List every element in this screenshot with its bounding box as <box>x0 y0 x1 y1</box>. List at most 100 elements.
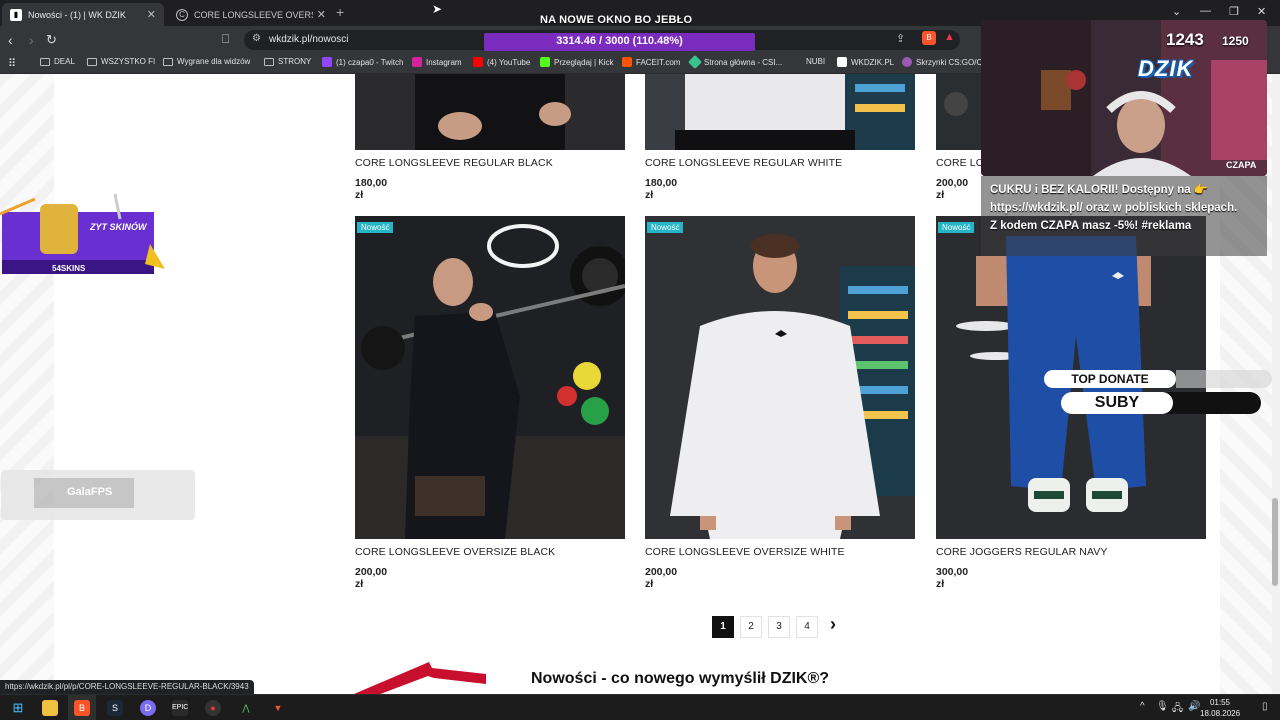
brave-shield-icon[interactable]: ▼ <box>270 700 286 716</box>
twitch-icon <box>322 57 332 67</box>
brave-shields-icon[interactable]: B <box>922 31 936 45</box>
minimize-icon[interactable]: — <box>1200 5 1211 17</box>
forward-icon[interactable]: › <box>29 31 34 49</box>
page-2-button[interactable]: 2 <box>740 616 762 638</box>
next-page-icon[interactable]: › <box>830 614 836 635</box>
page-scrollbar[interactable] <box>1272 74 1280 700</box>
apps-icon[interactable]: ⠿ <box>8 57 16 70</box>
bookmark-nubi[interactable]: NUBI <box>806 57 825 66</box>
brave-rewards-icon[interactable]: ▲ <box>944 31 955 43</box>
bookmark-youtube[interactable]: (4) YouTube <box>473 57 530 67</box>
notifications-icon[interactable]: ▯ <box>1262 701 1268 712</box>
bookmark-label: FACEIT.com <box>636 57 681 67</box>
status-url: https://wkdzik.pl/pl/p/CORE-LONGSLEEVE-R… <box>0 680 254 694</box>
product-image[interactable] <box>936 74 982 150</box>
bookmark-folder[interactable]: WSZYSTKO FI <box>87 57 155 66</box>
page-1-button[interactable]: 1 <box>712 616 734 638</box>
galafps-ad-banner[interactable]: GalaFPS <box>1 470 195 520</box>
back-icon[interactable]: ‹ <box>8 31 13 49</box>
product-image[interactable]: Nowość <box>355 216 625 539</box>
top-donate-bar <box>1176 370 1272 388</box>
bookmark-folder[interactable]: DEAL <box>40 57 75 66</box>
tab-core-longsleeve[interactable]: C CORE LONGSLEEVE OVERSIZE BLACK ✕ <box>168 3 334 26</box>
brave-browser-icon[interactable]: B <box>74 700 90 716</box>
restore-icon[interactable]: ❐ <box>1229 5 1239 18</box>
obs-icon[interactable]: ● <box>205 700 221 716</box>
close-icon[interactable]: ✕ <box>317 8 326 21</box>
page-3-button[interactable]: 3 <box>768 616 790 638</box>
bookmark-label: Skrzynki CS:GO/CS <box>916 57 988 67</box>
site-info-icon[interactable]: ⚙ <box>252 33 261 44</box>
share-icon[interactable]: ⇪ <box>896 32 905 45</box>
reload-icon[interactable]: ↻ <box>46 31 57 49</box>
tab-nowosci[interactable]: ▮ Nowości - (1) | WK DZIK ✕ <box>2 3 164 26</box>
url-text: wkdzik.pl/nowosci <box>269 34 349 45</box>
bookmark-kick[interactable]: Przeglądaj | Kick <box>540 57 613 67</box>
product-name[interactable]: CORE JOGGERS REGULAR NAVY <box>936 546 1108 558</box>
close-icon[interactable]: ✕ <box>147 8 156 21</box>
sub-count: 1243 <box>1166 30 1204 49</box>
subs-label: SUBY <box>1061 392 1173 414</box>
tab-search-icon[interactable]: ⌄ <box>1172 5 1181 18</box>
microphone-icon[interactable]: 🎙 <box>1156 701 1169 712</box>
top-donate-label: TOP DONATE <box>1044 370 1176 388</box>
bookmark-label: (1) czapa0 - Twitch <box>336 57 404 67</box>
epic-games-icon[interactable]: EPIC <box>172 700 188 716</box>
folder-icon <box>87 57 97 66</box>
product-name[interactable]: CORE LONGSLEEVE REGULAR BLACK <box>355 157 553 169</box>
streamer-name: CZAPA <box>1226 160 1257 170</box>
donation-goal-text: 3314.46 / 3000 (110.48%) <box>556 35 683 47</box>
bookmark-icon[interactable]: ⎕ <box>222 32 229 47</box>
diamond-icon <box>687 54 703 70</box>
discord-icon[interactable]: D <box>140 700 156 716</box>
page-4-button[interactable]: 4 <box>796 616 818 638</box>
product-name[interactable]: CORE LO <box>936 157 984 169</box>
bookmark-label: Wygrane dla widzów <box>177 57 251 66</box>
volume-icon[interactable]: 🔊 <box>1188 701 1200 712</box>
wkdzik-favicon-icon: ▮ <box>10 8 22 21</box>
sub-goal: 1250 <box>1222 34 1249 48</box>
file-explorer-icon[interactable] <box>42 700 58 716</box>
folder-icon <box>40 57 50 66</box>
product-image[interactable]: Nowość <box>645 216 915 539</box>
scrollbar-thumb[interactable] <box>1272 498 1278 586</box>
faceit-icon <box>622 57 632 67</box>
steam-icon[interactable]: S <box>107 700 123 716</box>
ad-text: GalaFPS <box>67 486 113 498</box>
app-icon[interactable]: ⋀ <box>238 700 254 716</box>
mouse-cursor-icon: ➤ <box>432 2 443 16</box>
taskbar-clock[interactable]: 01:55 18.08.2026 <box>1200 697 1240 719</box>
bookmark-label: STRONY <box>278 57 312 66</box>
product-image[interactable] <box>355 74 625 150</box>
windows-taskbar: ⊞ B S D EPIC ● ⋀ ▼ ^ 🎙 🖧 🔊 01:55 18.08.2… <box>0 694 1280 720</box>
ad-brand: 54SKINS <box>52 264 86 273</box>
windows-start-icon[interactable]: ⊞ <box>10 700 26 716</box>
product-price: 180,00 zł <box>645 177 678 201</box>
bookmark-folder[interactable]: STRONY <box>264 57 311 66</box>
bookmark-label: DEAL <box>54 57 75 66</box>
new-badge: Nowość <box>938 222 975 233</box>
product-price: 200,00 zł <box>645 566 678 590</box>
clock-date: 18.08.2026 <box>1200 709 1241 718</box>
bookmark-label: NUBI <box>806 57 826 66</box>
bookmark-faceit[interactable]: FACEIT.com <box>622 57 680 67</box>
product-name[interactable]: CORE LONGSLEEVE REGULAR WHITE <box>645 157 842 169</box>
bookmark-skrzynki[interactable]: Skrzynki CS:GO/CS <box>902 57 988 67</box>
bookmark-csi[interactable]: Strona główna - CSI... <box>687 54 782 70</box>
skins-ad-banner[interactable]: ZYT SKINÓW 54SKINS <box>0 193 165 284</box>
close-window-icon[interactable]: ✕ <box>1257 5 1266 18</box>
product-name[interactable]: CORE LONGSLEEVE OVERSIZE WHITE <box>645 546 845 558</box>
background-pattern <box>0 74 54 700</box>
product-price: 180,00 zł <box>355 177 388 201</box>
product-image[interactable] <box>645 74 915 150</box>
network-icon[interactable]: 🖧 <box>1172 701 1183 718</box>
bookmark-folder[interactable]: Wygrane dla widzów <box>163 57 250 66</box>
product-name[interactable]: CORE LONGSLEEVE OVERSIZE BLACK <box>355 546 555 558</box>
bookmark-wkdzik[interactable]: WKDZIK.PL <box>837 57 894 67</box>
new-tab-icon[interactable]: + <box>336 4 344 20</box>
bookmark-twitch[interactable]: (1) czapa0 - Twitch <box>322 57 403 67</box>
folder-icon <box>264 57 274 66</box>
bookmark-instagram[interactable]: Instagram <box>412 57 462 67</box>
case-icon <box>902 57 912 67</box>
tray-chevron-icon[interactable]: ^ <box>1140 701 1145 712</box>
